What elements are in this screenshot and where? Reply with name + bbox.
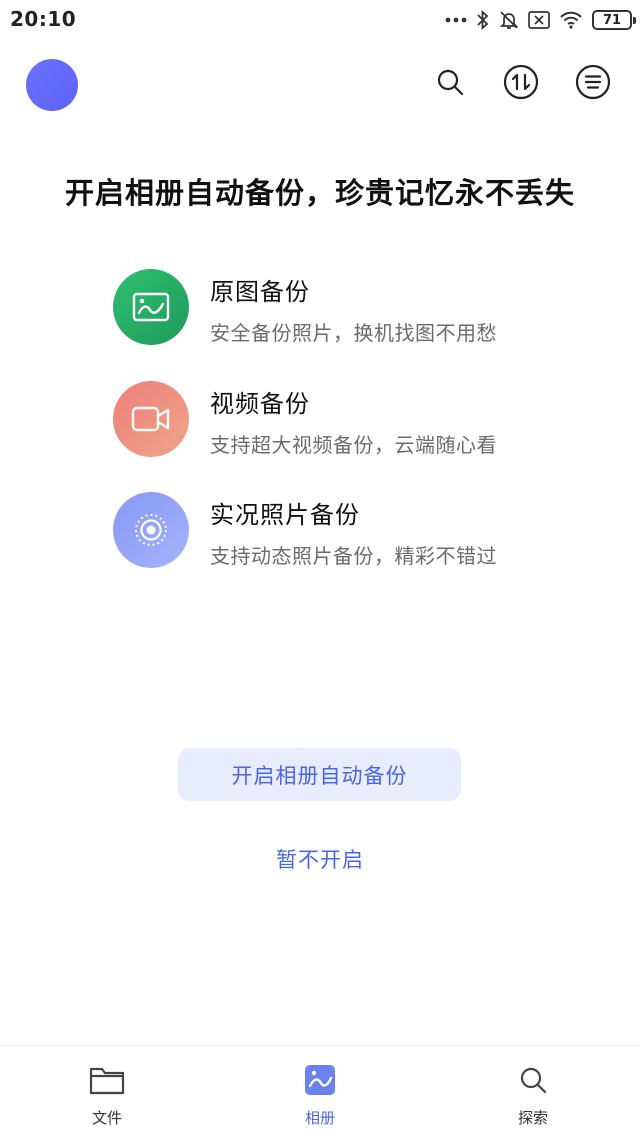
battery-level: 71 — [602, 12, 622, 28]
tab-album[interactable]: 相册 — [260, 1046, 380, 1138]
not-now-link[interactable]: 暂不开启 — [0, 844, 640, 874]
avatar[interactable] — [26, 59, 78, 111]
search-button[interactable] — [432, 66, 468, 102]
tab-explore[interactable]: 探索 — [473, 1046, 593, 1138]
page-title: 开启相册自动备份，珍贵记忆永不丢失 — [64, 176, 575, 210]
feature-description: 支持超大视频备份，云端随心看 — [210, 432, 497, 457]
album-icon — [302, 1064, 338, 1096]
status-time: 20:10 — [10, 7, 77, 31]
feature-original-backup: 原图备份 安全备份照片，换机找图不用愁 — [113, 269, 573, 381]
feature-title: 视频备份 — [210, 389, 310, 418]
feature-description: 安全备份照片，换机找图不用愁 — [210, 321, 497, 345]
video-camera-icon — [113, 380, 189, 457]
folder-icon — [89, 1064, 125, 1096]
live-photo-icon — [113, 492, 189, 568]
tab-label: 相册 — [304, 1109, 335, 1127]
tab-label: 探索 — [517, 1109, 548, 1127]
menu-button[interactable] — [575, 64, 611, 104]
mute-bell-icon — [499, 10, 519, 30]
more-dots-icon — [445, 17, 467, 23]
bluetooth-icon — [476, 10, 490, 30]
bottom-tab-bar: 文件 相册 探索 — [0, 1045, 640, 1138]
status-bar: 20:10 71 — [0, 0, 640, 40]
menu-icon — [575, 64, 611, 104]
transfer-button[interactable] — [503, 64, 539, 104]
feature-description: 支持动态照片备份，精彩不错过 — [210, 544, 497, 568]
feature-live-photo-backup: 实况照片备份 支持动态照片备份，精彩不错过 — [113, 492, 573, 604]
battery-icon: 71 — [592, 10, 636, 30]
transfer-icon — [503, 64, 539, 104]
explore-search-icon — [515, 1064, 551, 1096]
status-icons: 71 — [445, 8, 636, 32]
sim-x-icon — [528, 11, 550, 29]
feature-list: 原图备份 安全备份照片，换机找图不用愁 视频备份 支持超大视频备份，云端随心看 … — [113, 269, 573, 604]
feature-video-backup: 视频备份 支持超大视频备份，云端随心看 — [113, 380, 573, 493]
image-icon — [113, 269, 189, 345]
wifi-icon — [559, 11, 583, 29]
tab-label: 文件 — [91, 1109, 122, 1127]
feature-title: 实况照片备份 — [210, 501, 360, 529]
tab-files[interactable]: 文件 — [47, 1046, 167, 1138]
feature-title: 原图备份 — [210, 278, 310, 306]
search-icon — [434, 66, 466, 102]
enable-auto-backup-button[interactable]: 开启相册自动备份 — [178, 748, 461, 801]
